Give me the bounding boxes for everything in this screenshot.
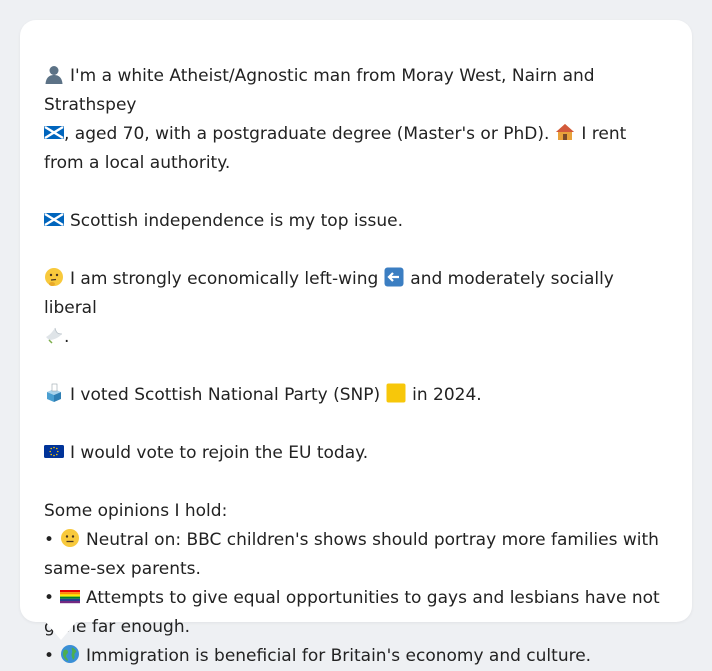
bullet: • <box>44 588 55 608</box>
vote-text-1: I voted Scottish National Party (SNP) <box>70 385 381 405</box>
opinions-section: Some opinions I hold: • Neutral on: BBC c… <box>44 497 668 671</box>
opinion-item: • Attempts to give equal opportunities to… <box>44 584 668 642</box>
intro-text-1: I'm a white Atheist/Agnostic man from Mo… <box>44 66 595 115</box>
left-arrow-icon <box>384 267 404 287</box>
top-issue-paragraph: Scottish independence is my top issue. <box>44 207 668 236</box>
persona-card: I'm a white Atheist/Agnostic man from Mo… <box>20 20 692 666</box>
opinion-item: • Immigration is beneficial for Britain's… <box>44 642 668 671</box>
yellow-square-icon <box>386 383 406 403</box>
intro-text-2: , aged 70, with a postgraduate degree (M… <box>64 124 550 144</box>
eu-text: I would vote to rejoin the EU today. <box>70 443 369 463</box>
speech-bubble-tail <box>44 620 78 640</box>
eu-flag-icon <box>44 441 64 461</box>
globe-icon <box>60 644 80 664</box>
politics-text-1: I am strongly economically left-wing <box>70 269 379 289</box>
opinions-heading: Some opinions I hold: <box>44 501 228 521</box>
opinion-text: Neutral on: BBC children's shows should … <box>44 530 659 579</box>
intro-paragraph: I'm a white Atheist/Agnostic man from Mo… <box>44 62 668 178</box>
ballot-box-icon <box>44 383 64 403</box>
thinking-face-icon <box>44 267 64 287</box>
top-issue-text: Scottish independence is my top issue. <box>70 211 403 231</box>
bullet: • <box>44 530 55 550</box>
house-icon <box>555 122 575 142</box>
dove-icon <box>44 325 64 345</box>
politics-paragraph: I am strongly economically left-wing and … <box>44 265 668 352</box>
opinion-text: Attempts to give equal opportunities to … <box>44 588 660 637</box>
opinion-text: Immigration is beneficial for Britain's … <box>86 646 592 666</box>
scotland-flag-icon <box>44 122 64 142</box>
person-silhouette-icon <box>44 64 64 84</box>
bullet: • <box>44 646 55 666</box>
opinion-item: • Neutral on: BBC children's shows should… <box>44 526 668 584</box>
politics-text-3: . <box>64 327 70 347</box>
vote-text-2: in 2024. <box>412 385 482 405</box>
vote-paragraph: I voted Scottish National Party (SNP) in … <box>44 381 668 410</box>
neutral-face-icon <box>60 528 80 548</box>
rainbow-flag-icon <box>60 586 81 606</box>
eu-paragraph: I would vote to rejoin the EU today. <box>44 439 668 468</box>
scotland-flag-icon <box>44 209 64 229</box>
